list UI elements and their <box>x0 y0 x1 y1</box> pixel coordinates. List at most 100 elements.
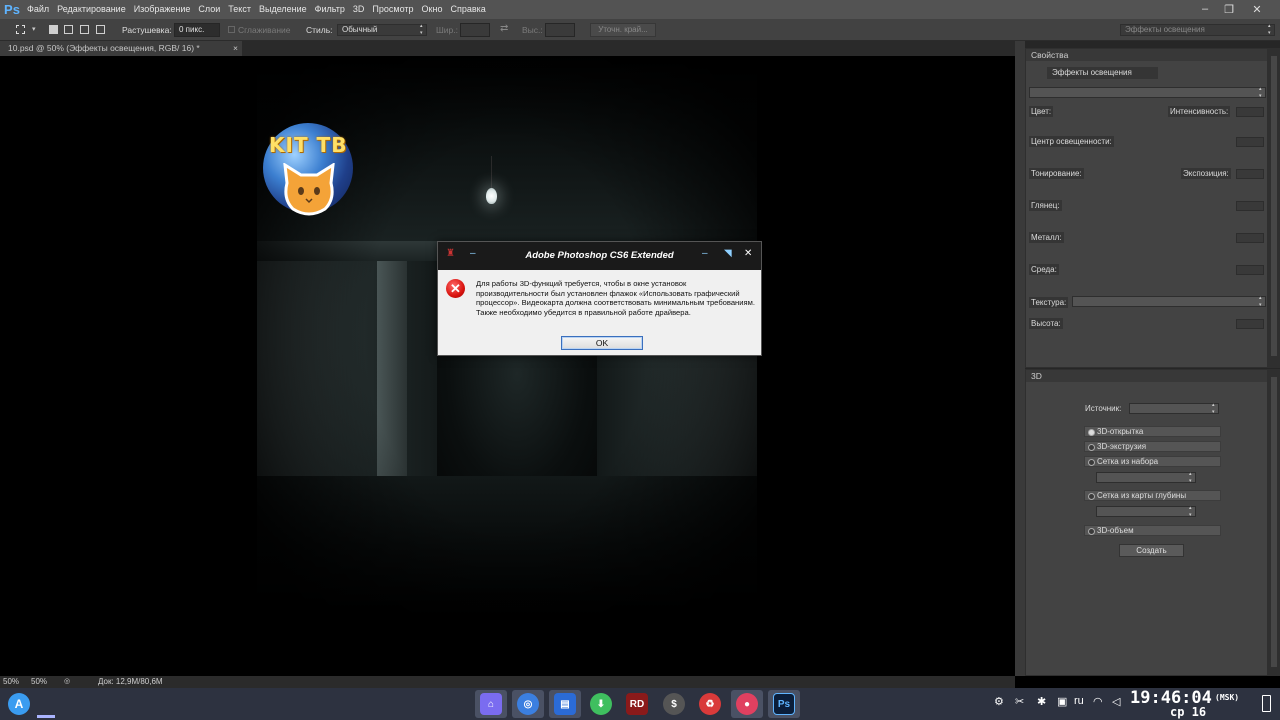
canvas-area[interactable] <box>0 56 1015 676</box>
dialog-titlebar[interactable]: ♜ – Adobe Photoshop CS6 Extended – ◥ ✕ <box>438 242 761 270</box>
marquee-tool-icon[interactable] <box>16 25 25 34</box>
wifi-icon[interactable]: ◠ <box>1093 695 1103 708</box>
menu-3d[interactable]: 3D <box>349 0 369 19</box>
menu-filter[interactable]: Фильтр <box>311 0 349 19</box>
menu-layers[interactable]: Слои <box>194 0 224 19</box>
settings-icon[interactable]: ⚙ <box>994 695 1004 708</box>
height-input[interactable] <box>545 23 575 37</box>
feather-input[interactable]: 0 пикс. <box>174 23 220 37</box>
style-select[interactable]: Обычный <box>337 23 427 37</box>
gamepad-icon[interactable]: ● <box>736 693 758 715</box>
menu-window[interactable]: Окно <box>418 0 447 19</box>
properties-header[interactable]: Свойства <box>1026 49 1267 61</box>
volume-icon[interactable]: ◁ <box>1112 695 1120 708</box>
ok-button[interactable]: OK <box>561 336 643 350</box>
refine-edge-button[interactable]: Уточн. край... <box>590 23 656 37</box>
width-input[interactable] <box>460 23 490 37</box>
create-button[interactable]: Создать <box>1119 544 1184 557</box>
radio-3d-postcard[interactable]: 3D-открытка <box>1084 426 1221 437</box>
properties-scrollbar[interactable] <box>1268 48 1280 368</box>
metal-label: Металл: <box>1029 232 1064 243</box>
menu-image[interactable]: Изображение <box>130 0 195 19</box>
color-label: Цвет: <box>1029 106 1054 117</box>
close-icon[interactable]: ✕ <box>1248 1 1266 17</box>
zoom-level[interactable]: 50% <box>3 676 19 688</box>
document-size: Док: 12,9M/80,6M <box>98 677 163 686</box>
radio-mesh-preset[interactable]: Сетка из набора <box>1084 456 1221 467</box>
kit-tb-logo: KIT TB <box>263 123 353 218</box>
depth-map-select[interactable] <box>1096 505 1196 519</box>
preset-select[interactable] <box>1029 86 1266 100</box>
close-tab-icon[interactable]: × <box>233 41 238 56</box>
height-label: Выс.: <box>522 25 543 35</box>
maximize-icon[interactable]: ◥ <box>724 248 732 259</box>
dialog-message: Для работы 3D-функций требуется, чтобы в… <box>476 279 755 317</box>
error-dialog: ♜ – Adobe Photoshop CS6 Extended – ◥ ✕ ✕… <box>437 241 762 356</box>
file-manager-icon[interactable]: ▤ <box>554 693 576 715</box>
restore-icon[interactable]: ❐ <box>1220 1 1238 17</box>
minimize-icon[interactable]: – <box>1196 1 1214 17</box>
menu-view[interactable]: Просмотр <box>368 0 417 19</box>
menu-select[interactable]: Выделение <box>255 0 311 19</box>
texture-select[interactable] <box>1072 295 1266 309</box>
document-tab-bar: 10.psd @ 50% (Эффекты освещения, RGB/ 16… <box>0 41 1015 56</box>
bluetooth-icon[interactable]: ✱ <box>1037 695 1046 708</box>
center-input[interactable] <box>1236 137 1264 147</box>
subtract-selection-icon[interactable] <box>80 25 89 34</box>
scissors-icon[interactable]: ✂ <box>1015 695 1024 708</box>
home-icon[interactable]: ⌂ <box>480 693 502 715</box>
light-bulb <box>486 188 497 204</box>
start-menu-icon[interactable]: A <box>8 693 30 715</box>
radio-depth-map[interactable]: Сетка из карты глубины <box>1084 490 1221 501</box>
tone-label: Тонирование: <box>1029 168 1084 179</box>
metal-input[interactable] <box>1236 233 1264 243</box>
gloss-label: Глянец: <box>1029 200 1062 211</box>
recycle-icon[interactable]: ♻ <box>699 693 721 715</box>
antialias-label: Сглаживание <box>238 25 291 35</box>
rd-icon[interactable]: RD <box>626 693 648 715</box>
gloss-input[interactable] <box>1236 201 1264 211</box>
panel-3d-scrollbar[interactable] <box>1268 369 1280 676</box>
ambient-label: Среда: <box>1029 264 1059 275</box>
clock-timezone: (MSK) <box>1215 693 1240 702</box>
intersect-selection-icon[interactable] <box>96 25 105 34</box>
close-icon[interactable]: ✕ <box>744 248 752 259</box>
new-selection-icon[interactable] <box>49 25 58 34</box>
dialog-title: Adobe Photoshop CS6 Extended <box>525 250 674 261</box>
intensity-input[interactable] <box>1236 107 1264 117</box>
menu-help[interactable]: Справка <box>446 0 489 19</box>
ambient-input[interactable] <box>1236 265 1264 275</box>
dock-collapse-strip[interactable] <box>1015 41 1025 676</box>
mesh-preset-select[interactable] <box>1096 471 1196 485</box>
panel-3d-header[interactable]: 3D <box>1026 370 1267 382</box>
radio-3d-extrusion[interactable]: 3D-экструзия <box>1084 441 1221 452</box>
document-tab[interactable]: 10.psd @ 50% (Эффекты освещения, RGB/ 16… <box>0 41 242 56</box>
menu-bar: Ps Файл Редактирование Изображение Слои … <box>0 0 1280 19</box>
source-label: Источник: <box>1085 404 1122 413</box>
download-icon[interactable]: ⬇ <box>590 693 612 715</box>
document-tab-label: 10.psd @ 50% (Эффекты освещения, RGB/ 16… <box>8 43 200 53</box>
panel-3d: 3D <box>1025 369 1268 676</box>
exposure-input[interactable] <box>1236 169 1264 179</box>
menu-type[interactable]: Текст <box>224 0 255 19</box>
chromium-icon[interactable]: ◎ <box>517 693 539 715</box>
chevron-down-icon[interactable]: ▾ <box>32 25 36 33</box>
width-label: Шир.: <box>436 25 458 35</box>
info-icon[interactable]: ◎ <box>64 676 70 688</box>
antialias-checkbox[interactable] <box>228 26 235 33</box>
swap-icon[interactable]: ⇄ <box>500 23 508 34</box>
radio-3d-volume[interactable]: 3D-объем <box>1084 525 1221 536</box>
minimize-icon[interactable]: – <box>702 248 708 259</box>
keyboard-layout[interactable]: ru <box>1074 695 1084 707</box>
photoshop-logo: Ps <box>4 2 20 17</box>
terminal-icon[interactable]: $ <box>663 693 685 715</box>
source-select[interactable] <box>1129 402 1219 416</box>
photoshop-taskbar-icon[interactable]: Ps <box>773 693 795 715</box>
desktop-pager[interactable] <box>37 715 55 718</box>
clipboard-icon[interactable]: ▣ <box>1057 695 1067 708</box>
height-input[interactable] <box>1236 319 1264 329</box>
add-selection-icon[interactable] <box>64 25 73 34</box>
workspace-select[interactable]: Эффекты освещения <box>1120 23 1275 37</box>
menu-file[interactable]: Файл <box>23 0 53 19</box>
menu-edit[interactable]: Редактирование <box>53 0 130 19</box>
